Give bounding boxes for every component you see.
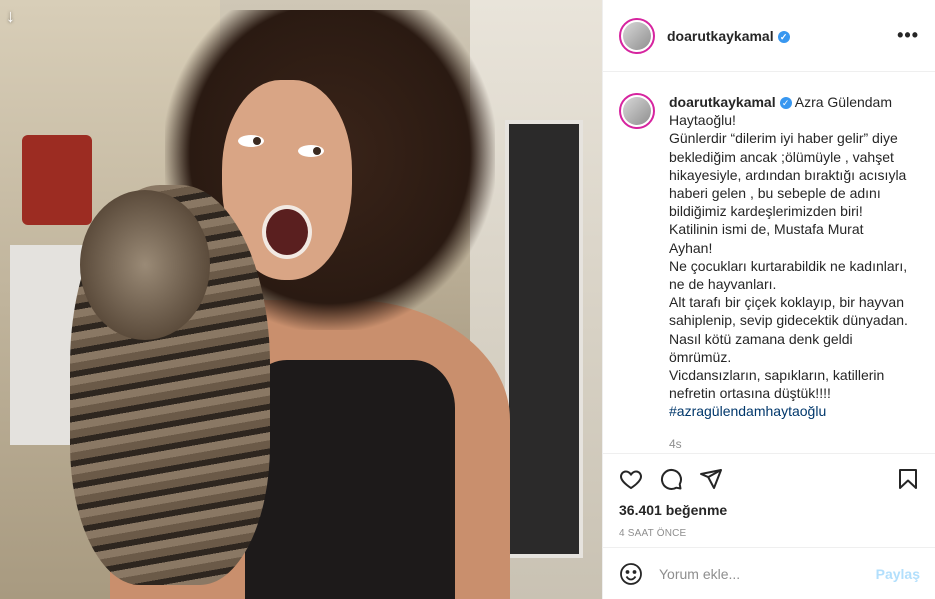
share-icon[interactable] [699, 467, 723, 491]
username-link[interactable]: doarutkaykamal ✓ [667, 28, 790, 44]
photo-cat-head [80, 190, 210, 340]
caption-line: Haytaoğlu! [669, 112, 736, 129]
photo-sign [505, 120, 583, 558]
bookmark-icon[interactable] [896, 467, 920, 491]
caption-line: ne de hayvanları. [669, 276, 777, 293]
caption-line: Ayhan! [669, 239, 713, 256]
verified-badge-icon: ✓ [777, 30, 790, 43]
caption-line: nefretin ortasına düştük!!!! [669, 385, 831, 402]
post-comment-button[interactable]: Paylaş [876, 566, 920, 582]
caption-line: sahiplenip, sevip gidecektik dünyadan. [669, 312, 908, 329]
hashtag-link[interactable]: #azragülendamhaytaoğlu [669, 402, 919, 420]
photo-person-top [245, 360, 455, 599]
more-horizontal-icon[interactable]: ••• [897, 25, 919, 46]
caption-line: hikayesiyle, ardından bıraktığı acısıyla [669, 166, 907, 183]
likes-count[interactable]: 36.401 beğenme [619, 502, 920, 518]
photo-eye-left [238, 135, 264, 147]
post-photo[interactable]: ↓ [0, 0, 602, 599]
comment-box: Paylaş [603, 547, 935, 599]
caption-line: beklediğim ancak ;ölümüyle , vahşet [669, 148, 894, 165]
comment-input[interactable] [657, 564, 861, 583]
username-text[interactable]: doarutkaykamal [667, 28, 774, 44]
caption-line: bildiğimiz kardeşlerimizden biri! [669, 203, 863, 220]
caption-avatar[interactable] [619, 93, 655, 129]
caption-line: ömrümüz. [669, 348, 732, 365]
caption-username[interactable]: doarutkaykamal [669, 94, 776, 110]
post-timestamp[interactable]: 4 SAAT ÖNCE [619, 528, 920, 539]
caption-line: Ne çocukları kurtarabildik ne kadınları, [669, 257, 908, 274]
caption-time: 4s [669, 436, 682, 451]
heart-icon[interactable] [619, 467, 643, 491]
verified-badge-icon: ✓ [779, 97, 792, 110]
caption-line: Alt tarafı bir çiçek koklayıp, bir hayva… [669, 294, 904, 311]
photo-mouth [262, 205, 312, 259]
comment-icon[interactable] [659, 467, 683, 491]
photo-machine [22, 135, 92, 225]
caption-line: Vicdansızların, sapıkların, katillerin [669, 367, 885, 384]
post-actions: 36.401 beğenme 4 SAAT ÖNCE [603, 453, 935, 539]
emoji-icon[interactable] [619, 562, 643, 586]
caption-line: haberi gelen , bu sebeple de adını [669, 185, 881, 202]
caption-area: doarutkaykamal ✓ Azra Gülendam Haytaoğlu!… [603, 73, 935, 453]
caption-line: Günlerdir “dilerim iyi haber gelir” diye [669, 130, 898, 147]
caption-line: Azra Gülendam [794, 94, 893, 110]
caption-line: Nasıl kötü zamana denk geldi [669, 330, 853, 347]
caption-line: Katilinin ismi de, Mustafa Murat [669, 221, 864, 238]
post-header: doarutkaykamal ✓ ••• [603, 0, 935, 72]
arrow-down-icon[interactable]: ↓ [6, 6, 15, 27]
photo-eye-right [298, 145, 324, 157]
caption: doarutkaykamal ✓ Azra Gülendam Haytaoğlu!… [669, 93, 919, 453]
post-sidebar: doarutkaykamal ✓ ••• doarutkaykamal ✓ Azra… [602, 0, 935, 599]
avatar[interactable] [619, 17, 655, 54]
